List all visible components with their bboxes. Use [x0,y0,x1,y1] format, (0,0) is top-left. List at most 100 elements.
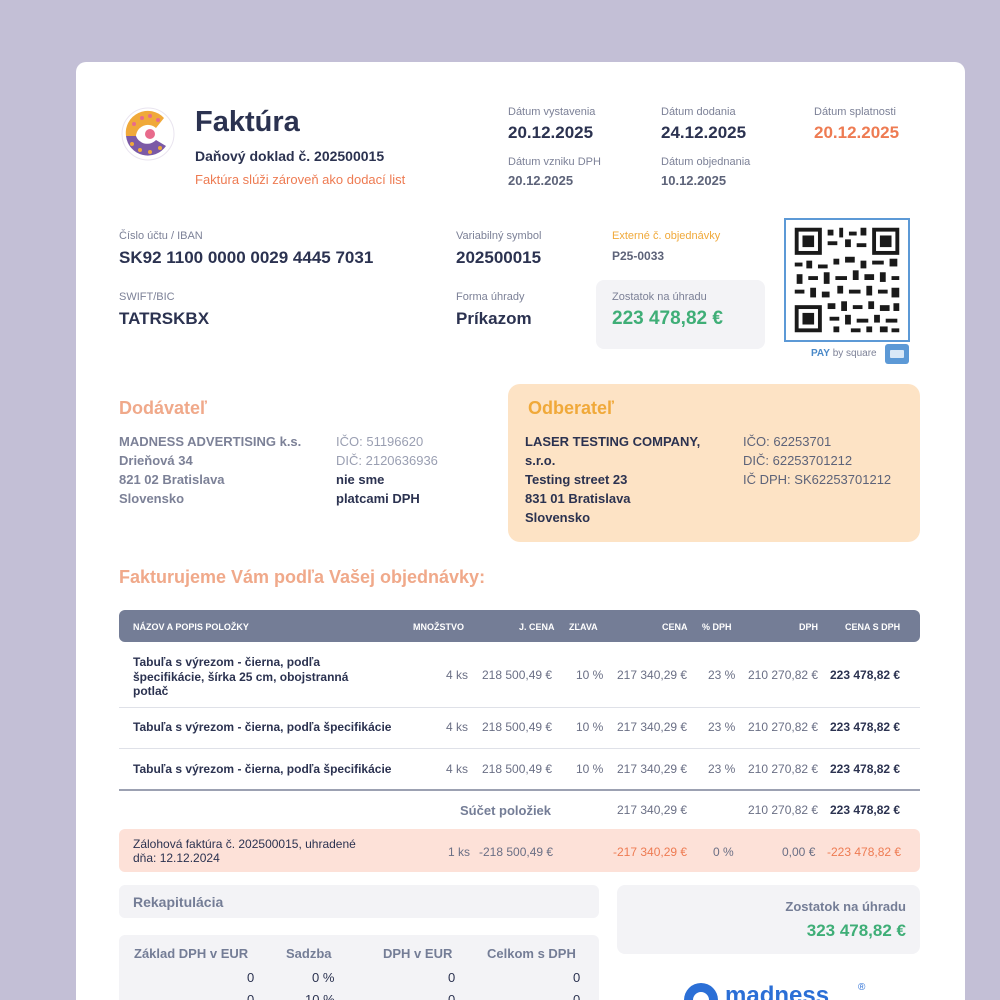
recap-base: 0 [247,970,255,985]
th-discount: ZĽAVA [569,622,598,632]
recap-total: 0 [573,970,581,985]
row-discount: 10 % [576,762,604,776]
pay-by-square-label: PAY by square [811,348,877,359]
supplier-title: Dodávateľ [119,398,207,418]
balance-label: Zostatok na úhradu [612,291,707,303]
deposit-unit-price: -218 500,49 € [479,845,554,859]
row-vat: 210 270,82 € [748,762,819,776]
swift: TATRSKBX [119,309,210,328]
delivery-date-label: Dátum dodania [661,106,736,118]
vat-date: 20.12.2025 [508,173,574,188]
qr-code-icon [784,218,910,342]
row-name: Tabuľa s výrezom - čierna, podľa špecifi… [133,720,392,734]
th-unit-price: J. CENA [519,622,555,632]
sum-total: 223 478,82 € [830,803,901,817]
registered-icon: ® [858,982,866,993]
buyer-dic: DIČ: 62253701212 [743,453,853,468]
th-total: CENA S DPH [845,622,901,632]
recap-title: Rekapitulácia [133,894,224,910]
due-date: 20.12.2025 [814,123,900,142]
recap-th-base: Základ DPH v EUR [134,946,249,961]
summary-value: 323 478,82 € [806,921,906,940]
row-total: 223 478,82 € [830,720,901,734]
due-date-label: Dátum splatnosti [814,106,896,118]
row-price: 217 340,29 € [617,668,688,682]
recap-base: 0 [247,992,255,1000]
row-unit-price: 218 500,49 € [482,668,553,682]
row-name: Tabuľa s výrezom - čierna, podľa špecifi… [133,762,392,776]
row-vat: 210 270,82 € [748,668,819,682]
invoice-title: Faktúra [195,106,300,138]
recap-th-total: Celkom s DPH [487,946,576,961]
row-qty: 4 ks [446,668,469,682]
recap-total: 0 [573,992,581,1000]
supplier-vat-note-1: nie sme [336,472,385,487]
buyer-ids: IČO: 62253701 DIČ: 62253701212 IČ DPH: S… [743,432,891,489]
row-discount: 10 % [576,668,604,682]
summary-label: Zostatok na úhradu [785,899,906,914]
supplier-address: MADNESS ADVERTISING k.s. Drieňová 34 821… [119,432,301,508]
issue-date-label: Dátum vystavenia [508,106,596,118]
recap-table: Základ DPH v EUR Sadzba DPH v EUR Celkom… [119,935,599,1000]
th-vat: DPH [799,622,819,632]
buyer-ico: IČO: 62253701 [743,434,832,449]
row-name: Tabuľa s výrezom - čierna, podľa špecifi… [133,655,349,698]
deposit-vat-percent: 0 % [713,845,734,859]
recap-vat: 0 [448,992,456,1000]
buyer-icdph: IČ DPH: SK62253701212 [743,472,892,487]
buyer-name-1: LASER TESTING COMPANY, [525,434,701,449]
card-icon [885,344,909,364]
buyer-title: Odberateľ [528,398,614,418]
recap-th-vat: DPH v EUR [383,946,453,961]
variable-symbol-label: Variabilný symbol [456,230,542,242]
supplier-street: Drieňová 34 [119,453,193,468]
supplier-country: Slovensko [119,491,185,506]
recap-th-rate: Sadzba [286,946,332,961]
th-vat-percent: % DPH [702,622,732,632]
supplier-city: 821 02 Bratislava [119,472,225,487]
order-date-label: Dátum objednania [661,156,751,168]
supplier-dic: DIČ: 2120636936 [336,453,438,468]
sum-label: Súčet položiek [460,803,552,818]
deposit-total: -223 478,82 € [827,845,902,859]
sum-price: 217 340,29 € [617,803,688,817]
th-name: NÁZOV A POPIS POLOŽKY [133,622,249,632]
company-logo-icon [121,107,175,161]
madness-wordmark: madness [725,982,830,1000]
row-vat-percent: 23 % [708,668,736,682]
sum-vat: 210 270,82 € [748,803,819,817]
delivery-date: 24.12.2025 [661,123,747,142]
deposit-qty: 1 ks [448,845,471,859]
external-order-number: P25-0033 [612,249,665,263]
th-price: CENA [662,622,688,632]
order-date: 10.12.2025 [661,173,727,188]
sum-divider [119,789,920,791]
external-order-label: Externé č. objednávky [612,230,721,242]
recap-header: Rekapitulácia [119,885,599,918]
buyer-city: 831 01 Bratislava [525,491,631,506]
payment-method-label: Forma úhrady [456,291,525,303]
row-price: 217 340,29 € [617,762,688,776]
iban: SK92 1100 0000 0029 4445 7031 [119,248,374,267]
items-table-header: NÁZOV A POPIS POLOŽKY MNOŽSTVO J. CENA Z… [119,610,920,642]
delivery-note: Faktúra slúži zároveň ako dodací list [195,172,406,187]
payment-method: Príkazom [456,309,532,328]
row-total: 223 478,82 € [830,668,901,682]
row-qty: 4 ks [446,720,469,734]
row-vat: 210 270,82 € [748,720,819,734]
row-qty: 4 ks [446,762,469,776]
variable-symbol: 202500015 [456,248,542,267]
deposit-price: -217 340,29 € [613,845,688,859]
th-qty: MNOŽSTVO [413,622,464,632]
buyer-address: LASER TESTING COMPANY, s.r.o. Testing st… [525,432,700,527]
deposit-vat: 0,00 € [782,845,816,859]
supplier-name: MADNESS ADVERTISING k.s. [119,434,302,449]
buyer-street: Testing street 23 [525,472,628,487]
iban-label: Číslo účtu / IBAN [119,230,203,242]
invoice-sheet: Faktúra Daňový doklad č. 202500015 Faktú… [76,62,965,1000]
row-unit-price: 218 500,49 € [482,720,553,734]
buyer-country: Slovensko [525,510,591,525]
swift-label: SWIFT/BIC [119,291,175,303]
row-total: 223 478,82 € [830,762,901,776]
row-divider [119,748,920,749]
